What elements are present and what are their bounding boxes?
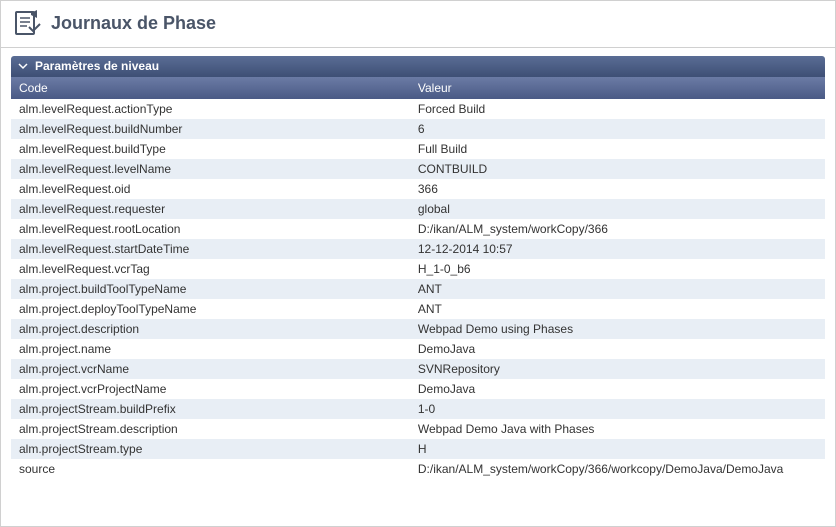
table-row: alm.project.descriptionWebpad Demo using… (11, 319, 825, 339)
table-row: alm.levelRequest.actionTypeForced Build (11, 99, 825, 119)
cell-code: source (11, 459, 410, 479)
cell-value: H_1-0_b6 (410, 259, 825, 279)
cell-code: alm.projectStream.buildPrefix (11, 399, 410, 419)
panel-header[interactable]: Paramètres de niveau (11, 56, 825, 77)
cell-code: alm.levelRequest.rootLocation (11, 219, 410, 239)
cell-code: alm.levelRequest.buildNumber (11, 119, 410, 139)
cell-value: global (410, 199, 825, 219)
cell-code: alm.project.vcrProjectName (11, 379, 410, 399)
table-row: alm.project.nameDemoJava (11, 339, 825, 359)
cell-value: 12-12-2014 10:57 (410, 239, 825, 259)
table-row: alm.projectStream.descriptionWebpad Demo… (11, 419, 825, 439)
cell-value: SVNRepository (410, 359, 825, 379)
cell-code: alm.levelRequest.buildType (11, 139, 410, 159)
cell-code: alm.levelRequest.actionType (11, 99, 410, 119)
cell-value: Webpad Demo Java with Phases (410, 419, 825, 439)
cell-value: 1-0 (410, 399, 825, 419)
cell-value: D:/ikan/ALM_system/workCopy/366 (410, 219, 825, 239)
cell-code: alm.project.buildToolTypeName (11, 279, 410, 299)
table-row: alm.project.vcrProjectNameDemoJava (11, 379, 825, 399)
cell-code: alm.levelRequest.startDateTime (11, 239, 410, 259)
table-row: alm.levelRequest.buildNumber6 (11, 119, 825, 139)
cell-code: alm.levelRequest.oid (11, 179, 410, 199)
cell-code: alm.project.vcrName (11, 359, 410, 379)
cell-value: ANT (410, 279, 825, 299)
table-row: alm.levelRequest.buildTypeFull Build (11, 139, 825, 159)
cell-value: H (410, 439, 825, 459)
cell-value: Forced Build (410, 99, 825, 119)
table-row: alm.levelRequest.requesterglobal (11, 199, 825, 219)
column-header-code: Code (11, 77, 410, 99)
cell-value: CONTBUILD (410, 159, 825, 179)
table-row: alm.project.vcrNameSVNRepository (11, 359, 825, 379)
table-row: alm.levelRequest.oid366 (11, 179, 825, 199)
panel-title: Paramètres de niveau (35, 59, 159, 73)
cell-code: alm.project.deployToolTypeName (11, 299, 410, 319)
table-row: alm.project.buildToolTypeNameANT (11, 279, 825, 299)
parameters-table: Code Valeur alm.levelRequest.actionTypeF… (11, 77, 825, 479)
cell-value: 6 (410, 119, 825, 139)
cell-value: Full Build (410, 139, 825, 159)
table-row: sourceD:/ikan/ALM_system/workCopy/366/wo… (11, 459, 825, 479)
table-row: alm.levelRequest.startDateTime12-12-2014… (11, 239, 825, 259)
cell-value: DemoJava (410, 339, 825, 359)
table-row: alm.projectStream.buildPrefix1-0 (11, 399, 825, 419)
cell-value: Webpad Demo using Phases (410, 319, 825, 339)
cell-code: alm.projectStream.type (11, 439, 410, 459)
level-parameters-panel: Paramètres de niveau Code Valeur alm.lev… (11, 56, 825, 479)
table-row: alm.projectStream.typeH (11, 439, 825, 459)
cell-code: alm.levelRequest.requester (11, 199, 410, 219)
table-row: alm.levelRequest.levelNameCONTBUILD (11, 159, 825, 179)
table-row: alm.levelRequest.rootLocationD:/ikan/ALM… (11, 219, 825, 239)
cell-code: alm.project.name (11, 339, 410, 359)
chevron-down-icon (17, 60, 29, 72)
cell-code: alm.levelRequest.levelName (11, 159, 410, 179)
column-header-value: Valeur (410, 77, 825, 99)
cell-code: alm.projectStream.description (11, 419, 410, 439)
page-title: Journaux de Phase (51, 13, 216, 34)
table-row: alm.levelRequest.vcrTagH_1-0_b6 (11, 259, 825, 279)
cell-code: alm.levelRequest.vcrTag (11, 259, 410, 279)
page-header: Journaux de Phase (1, 1, 835, 48)
cell-value: 366 (410, 179, 825, 199)
cell-value: D:/ikan/ALM_system/workCopy/366/workcopy… (410, 459, 825, 479)
phase-log-icon (13, 9, 41, 37)
table-row: alm.project.deployToolTypeNameANT (11, 299, 825, 319)
cell-value: DemoJava (410, 379, 825, 399)
cell-code: alm.project.description (11, 319, 410, 339)
cell-value: ANT (410, 299, 825, 319)
